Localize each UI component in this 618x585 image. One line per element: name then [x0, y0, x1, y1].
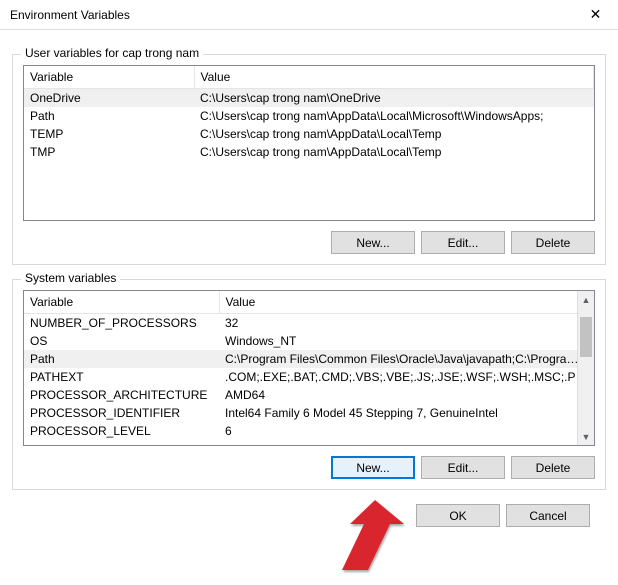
user-button-row: New... Edit... Delete — [23, 231, 595, 254]
system-variables-group: System variables Variable Value NUMBER_O… — [12, 279, 606, 490]
column-header-value[interactable]: Value — [194, 66, 594, 89]
system-button-row: New... Edit... Delete — [23, 456, 595, 479]
cell-variable: PATHEXT — [24, 368, 219, 386]
scroll-down-icon[interactable]: ▼ — [578, 428, 594, 445]
ok-button[interactable]: OK — [416, 504, 500, 527]
system-scrollbar[interactable]: ▲ ▼ — [577, 291, 594, 445]
user-variables-group: User variables for cap trong nam Variabl… — [12, 54, 606, 265]
system-variables-label: System variables — [21, 271, 120, 285]
close-button[interactable]: ✕ — [573, 0, 618, 30]
window-title: Environment Variables — [10, 8, 130, 22]
close-icon: ✕ — [590, 6, 602, 23]
system-edit-button[interactable]: Edit... — [421, 456, 505, 479]
cell-value: C:\Users\cap trong nam\OneDrive — [194, 89, 594, 108]
cell-variable: OneDrive — [24, 89, 194, 108]
user-variables-label: User variables for cap trong nam — [21, 46, 203, 60]
user-variables-table[interactable]: Variable Value OneDriveC:\Users\cap tron… — [23, 65, 595, 221]
system-delete-button[interactable]: Delete — [511, 456, 595, 479]
dialog-footer: OK Cancel — [12, 490, 606, 527]
table-row[interactable]: OneDriveC:\Users\cap trong nam\OneDrive — [24, 89, 594, 108]
cell-value: .COM;.EXE;.BAT;.CMD;.VBS;.VBE;.JS;.JSE;.… — [219, 368, 594, 386]
scroll-up-icon[interactable]: ▲ — [578, 291, 594, 308]
system-variables-table[interactable]: Variable Value NUMBER_OF_PROCESSORS32OSW… — [23, 290, 595, 446]
table-row[interactable]: PROCESSOR_IDENTIFIERIntel64 Family 6 Mod… — [24, 404, 594, 422]
cell-variable: Path — [24, 107, 194, 125]
table-row[interactable]: PathC:\Program Files\Common Files\Oracle… — [24, 350, 594, 368]
cell-variable: NUMBER_OF_PROCESSORS — [24, 314, 219, 333]
cell-value: AMD64 — [219, 386, 594, 404]
table-row[interactable]: PATHEXT.COM;.EXE;.BAT;.CMD;.VBS;.VBE;.JS… — [24, 368, 594, 386]
cell-value: C:\Users\cap trong nam\AppData\Local\Mic… — [194, 107, 594, 125]
table-row[interactable]: PROCESSOR_LEVEL6 — [24, 422, 594, 440]
cell-value: 32 — [219, 314, 594, 333]
cell-variable: PROCESSOR_IDENTIFIER — [24, 404, 219, 422]
scroll-thumb[interactable] — [580, 317, 592, 357]
table-row[interactable]: TMPC:\Users\cap trong nam\AppData\Local\… — [24, 143, 594, 161]
column-header-variable[interactable]: Variable — [24, 66, 194, 89]
cell-value: C:\Users\cap trong nam\AppData\Local\Tem… — [194, 125, 594, 143]
system-table-header[interactable]: Variable Value — [24, 291, 594, 314]
cell-variable: PROCESSOR_LEVEL — [24, 422, 219, 440]
cell-variable: TEMP — [24, 125, 194, 143]
cell-variable: PROCESSOR_ARCHITECTURE — [24, 386, 219, 404]
cell-value: Windows_NT — [219, 332, 594, 350]
column-header-value[interactable]: Value — [219, 291, 594, 314]
cell-value: Intel64 Family 6 Model 45 Stepping 7, Ge… — [219, 404, 594, 422]
system-new-button[interactable]: New... — [331, 456, 415, 479]
cell-variable: Path — [24, 350, 219, 368]
cell-variable: OS — [24, 332, 219, 350]
titlebar: Environment Variables ✕ — [0, 0, 618, 30]
table-row[interactable]: PathC:\Users\cap trong nam\AppData\Local… — [24, 107, 594, 125]
column-header-variable[interactable]: Variable — [24, 291, 219, 314]
user-delete-button[interactable]: Delete — [511, 231, 595, 254]
cell-value: 6 — [219, 422, 594, 440]
table-row[interactable]: PROCESSOR_ARCHITECTUREAMD64 — [24, 386, 594, 404]
table-row[interactable]: OSWindows_NT — [24, 332, 594, 350]
cell-value: C:\Users\cap trong nam\AppData\Local\Tem… — [194, 143, 594, 161]
dialog-content: User variables for cap trong nam Variabl… — [0, 30, 618, 539]
cell-value: C:\Program Files\Common Files\Oracle\Jav… — [219, 350, 594, 368]
cell-variable: TMP — [24, 143, 194, 161]
user-new-button[interactable]: New... — [331, 231, 415, 254]
cancel-button[interactable]: Cancel — [506, 504, 590, 527]
table-row[interactable]: NUMBER_OF_PROCESSORS32 — [24, 314, 594, 333]
table-row[interactable]: TEMPC:\Users\cap trong nam\AppData\Local… — [24, 125, 594, 143]
user-table-header[interactable]: Variable Value — [24, 66, 594, 89]
user-edit-button[interactable]: Edit... — [421, 231, 505, 254]
